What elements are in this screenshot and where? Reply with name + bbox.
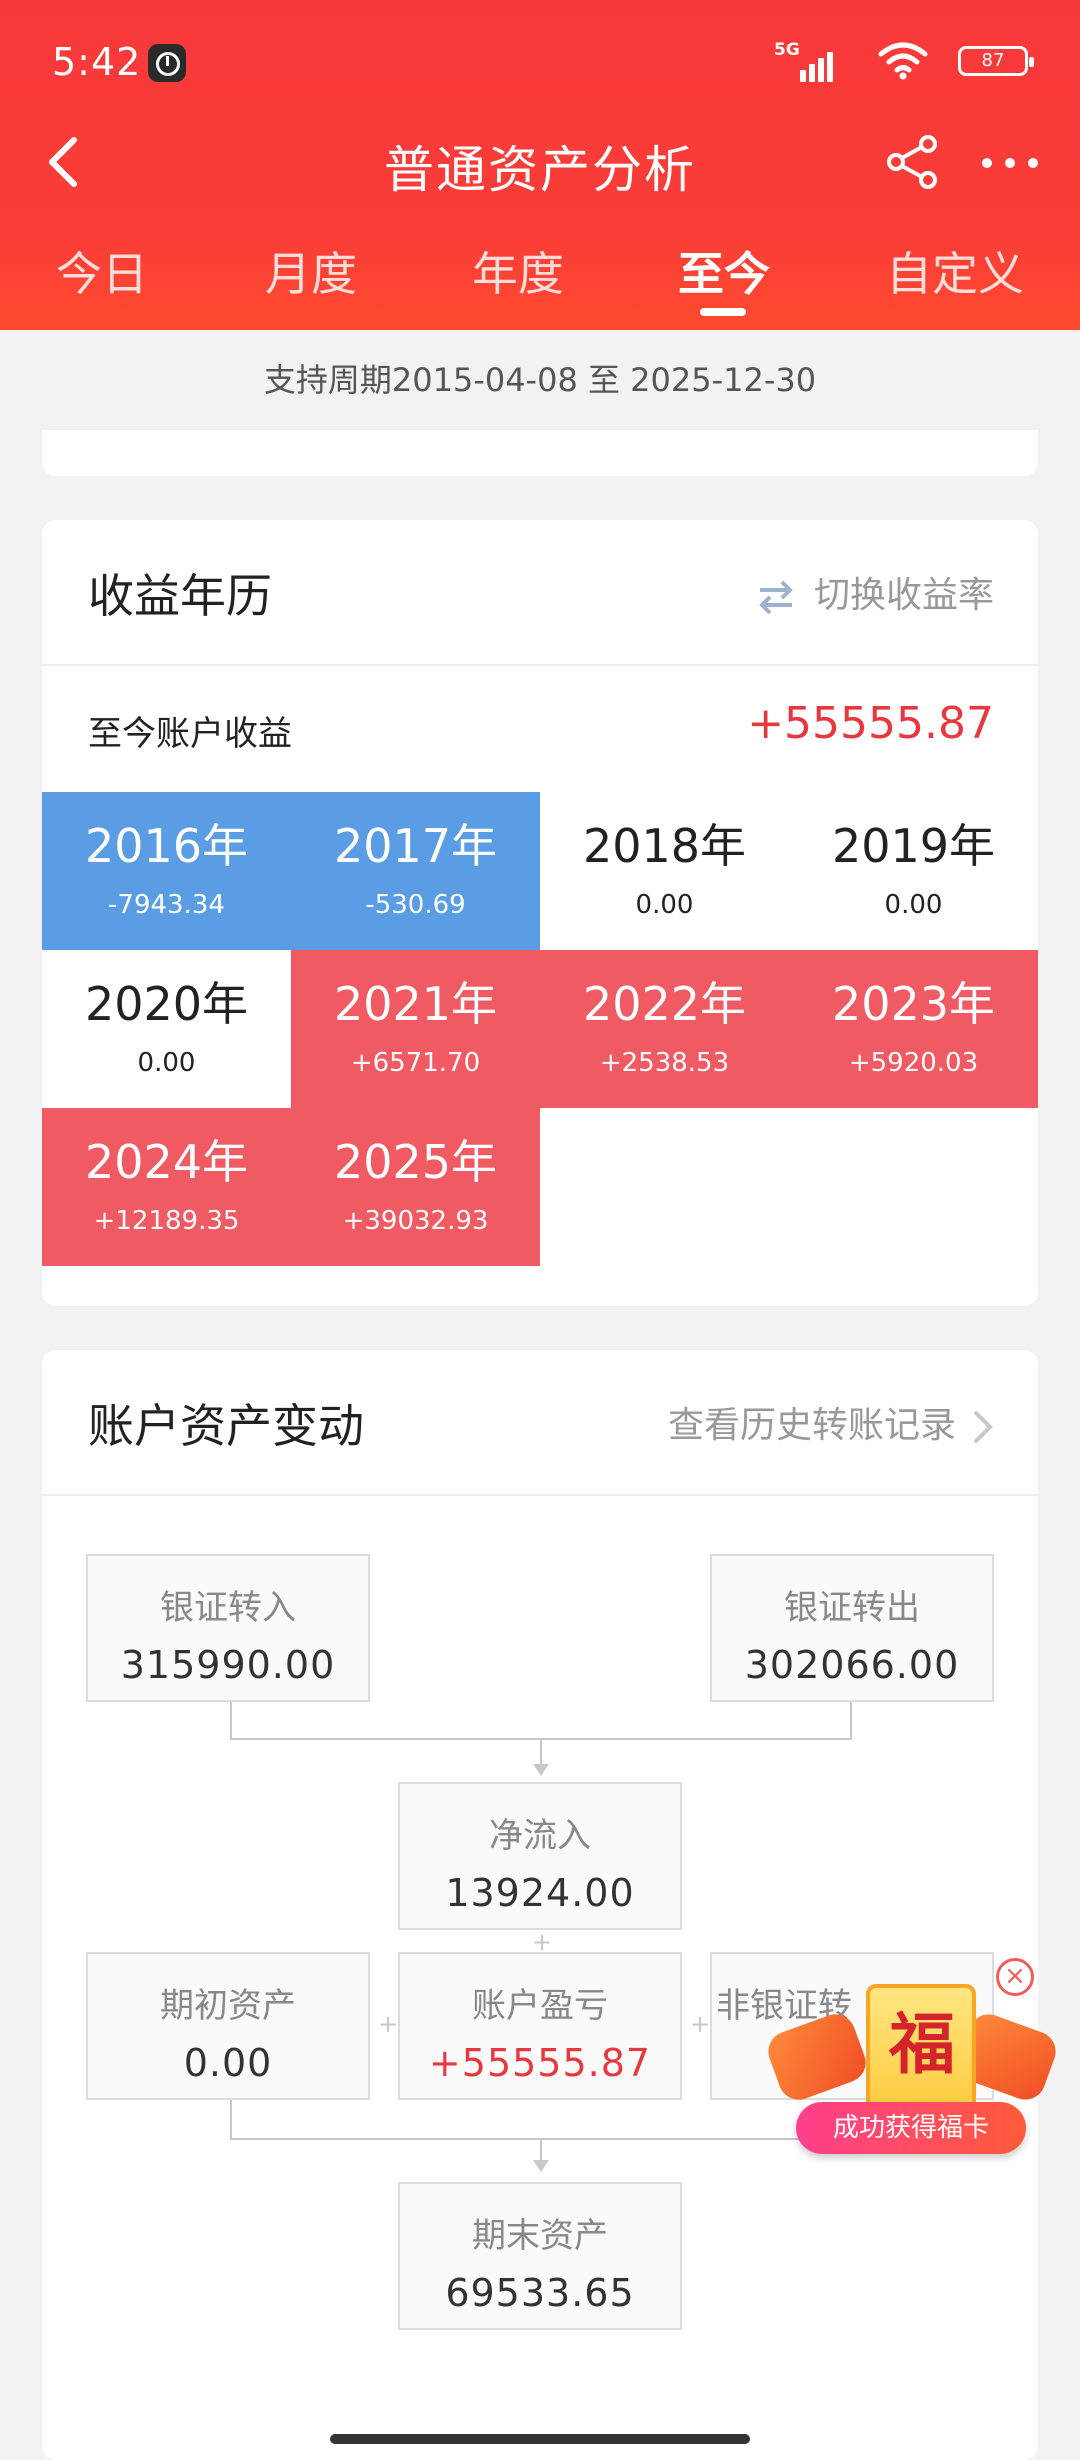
card-fragment: [42, 430, 1038, 476]
status-time: 5:42: [52, 40, 142, 84]
tab-monthly[interactable]: 月度: [211, 238, 411, 304]
year-label: 2018年: [582, 819, 747, 873]
toggle-rate-button[interactable]: 切换收益率: [756, 566, 994, 618]
box-value: 69533.65: [445, 2271, 635, 2315]
year-cell-2023[interactable]: 2023年 +5920.03: [789, 950, 1038, 1108]
net-inflow-box: 净流入 13924.00: [398, 1782, 682, 1930]
box-value: 302066.00: [744, 1643, 960, 1687]
year-cell-2024[interactable]: 2024年 +12189.35: [42, 1108, 291, 1266]
box-label: 净流入: [489, 1816, 591, 1856]
year-cell-2019[interactable]: 2019年 0.00: [789, 792, 1038, 950]
box-label: 银证转入: [160, 1588, 296, 1628]
year-value: 0.00: [137, 1048, 196, 1078]
card-title: 账户资产变动: [88, 1399, 364, 1453]
year-cell-2022[interactable]: 2022年 +2538.53: [540, 950, 789, 1108]
bank-transfer-out-box: 银证转出 302066.00: [710, 1554, 994, 1702]
box-label: 期初资产: [160, 1986, 296, 2026]
connector: [850, 1702, 852, 1740]
plus-icon: +: [378, 2010, 399, 2038]
swap-icon: [759, 580, 793, 615]
box-value: 315990.00: [120, 1643, 336, 1687]
bank-transfer-in-box: 银证转入 315990.00: [86, 1554, 370, 1702]
badge-decoration: [762, 2008, 872, 2106]
period-tabs: 今日 月度 年度 至今 自定义: [0, 238, 1080, 318]
total-return-value: +55555.87: [747, 698, 994, 749]
box-value: 0.00: [183, 2041, 273, 2085]
account-pnl-box: 账户盈亏 +55555.87: [398, 1952, 682, 2100]
clock-app-icon: [148, 44, 186, 82]
chevron-right-icon: [974, 1411, 993, 1443]
connector: [230, 2100, 232, 2140]
year-cell-2020[interactable]: 2020年 0.00: [42, 950, 291, 1108]
opening-assets-box: 期初资产 0.00: [86, 1952, 370, 2100]
connector: [230, 2138, 810, 2140]
active-tab-indicator: [700, 308, 746, 316]
connector: [230, 1702, 232, 1740]
year-label: 2022年: [582, 977, 747, 1031]
battery-icon: 87: [958, 46, 1034, 76]
box-label: 银证转出: [784, 1588, 920, 1628]
box-value: +55555.87: [428, 2041, 652, 2085]
year-label: 2025年: [333, 1135, 498, 1189]
wifi-icon: [878, 42, 928, 80]
nav-bar: 普通资产分析: [0, 120, 1080, 204]
toggle-rate-label: 切换收益率: [813, 575, 994, 616]
connector: [540, 2138, 542, 2162]
tab-to-date[interactable]: 至今: [624, 238, 824, 304]
arrow-down-icon: [533, 1764, 549, 1776]
year-label: 2020年: [84, 977, 249, 1031]
connector: [540, 1738, 542, 1764]
year-label: 2021年: [333, 977, 498, 1031]
status-bar: 5:42 5G 87: [52, 40, 1034, 90]
arrow-down-icon: [533, 2160, 549, 2172]
share-icon[interactable]: [882, 132, 942, 192]
returns-calendar-card: 收益年历 切换收益率 至今账户收益 +55555.87 2016年 -7943.…: [42, 520, 1038, 1306]
tab-custom[interactable]: 自定义: [855, 238, 1055, 304]
year-value: +39032.93: [342, 1206, 489, 1236]
year-label: 2019年: [831, 819, 996, 873]
year-value: +6571.70: [350, 1048, 481, 1078]
year-cell-2025[interactable]: 2025年 +39032.93: [291, 1108, 540, 1266]
box-label: 期末资产: [472, 2216, 608, 2256]
divider: [42, 664, 1038, 666]
year-cell-2021[interactable]: 2021年 +6571.70: [291, 950, 540, 1108]
year-value: 0.00: [884, 890, 943, 920]
more-options-icon[interactable]: [980, 132, 1040, 192]
closing-assets-box: 期末资产 69533.65: [398, 2182, 682, 2330]
home-indicator[interactable]: [330, 2434, 750, 2444]
year-label: 2024年: [84, 1135, 249, 1189]
year-label: 2023年: [831, 977, 996, 1031]
year-value: 0.00: [635, 890, 694, 920]
year-value: -530.69: [365, 890, 466, 920]
year-label: 2017年: [333, 819, 498, 873]
year-value: +5920.03: [848, 1048, 979, 1078]
card-title: 收益年历: [88, 569, 272, 623]
divider: [42, 1494, 1038, 1496]
app-header: 5:42 5G 87 普通资产分析 今日 月度 年度 至今 自定义: [0, 0, 1080, 330]
year-cell-2018[interactable]: 2018年 0.00: [540, 792, 789, 950]
period-range: 支持周期2015-04-08 至 2025-12-30: [263, 361, 817, 399]
year-cell-2017[interactable]: 2017年 -530.69: [291, 792, 540, 950]
transfer-history-label: 查看历史转账记录: [667, 1405, 956, 1446]
box-value: 13924.00: [445, 1871, 635, 1915]
transfer-history-link[interactable]: 查看历史转账记录: [668, 1396, 994, 1448]
signal-icon: 5G: [774, 40, 838, 82]
network-type: 5G: [774, 40, 800, 60]
year-value: +12189.35: [93, 1206, 240, 1236]
year-cell-2016[interactable]: 2016年 -7943.34: [42, 792, 291, 950]
tab-yearly[interactable]: 年度: [418, 238, 618, 304]
fu-glyph: 福: [889, 2005, 955, 2083]
tab-today[interactable]: 今日: [2, 238, 202, 304]
year-label: 2016年: [84, 819, 249, 873]
close-icon[interactable]: ×: [996, 1958, 1034, 1996]
badge-text: 成功获得福卡: [796, 2102, 1026, 2154]
total-return-label: 至今账户收益: [88, 714, 292, 754]
box-label: 账户盈亏: [472, 1986, 608, 2026]
year-value: -7943.34: [108, 890, 225, 920]
plus-icon: +: [690, 2010, 711, 2038]
year-value: +2538.53: [599, 1048, 730, 1078]
